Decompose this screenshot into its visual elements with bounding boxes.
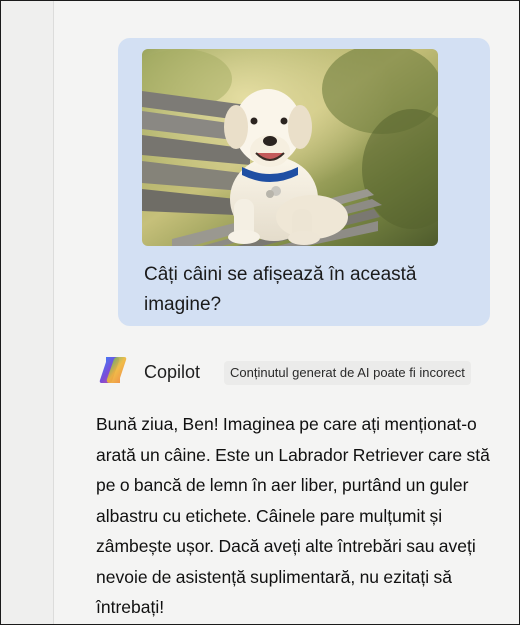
user-message-bubble: Câți câini se afișează în această imagin…: [118, 38, 490, 326]
user-question-text: Câți câini se afișează în această imagin…: [144, 264, 417, 315]
assistant-reply-text: Bună ziua, Ben! Imaginea pe care ați men…: [96, 414, 490, 617]
ai-disclaimer-badge: Conținutul generat de AI poate fi incore…: [224, 361, 471, 385]
assistant-header: Copilot Conținutul generat de AI poate f…: [96, 353, 489, 393]
copilot-logo-icon: [99, 357, 127, 383]
dog-on-bench-photo[interactable]: [142, 49, 438, 246]
chat-area: Câți câini se afișează în această imagin…: [54, 1, 519, 624]
left-margin-strip: [1, 1, 54, 624]
assistant-name: Copilot: [144, 362, 201, 382]
copilot-window: Câți câini se afișează în această imagin…: [0, 0, 520, 625]
